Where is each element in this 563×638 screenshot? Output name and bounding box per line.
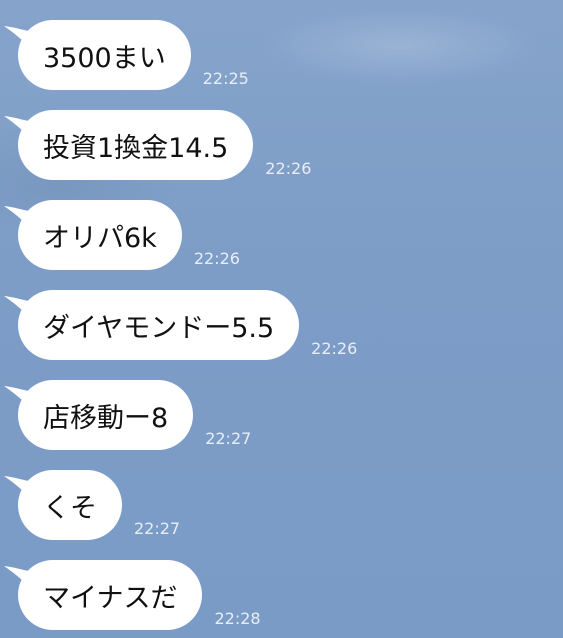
bubble-tail-icon [4,26,34,50]
bubble-tail-icon [4,206,34,230]
message-timestamp: 22:27 [205,429,252,448]
message-timestamp: 22:27 [134,519,181,538]
bubble-tail-icon [4,116,34,140]
message-bubble[interactable]: くそ [4,470,122,540]
message-row: 店移動ー8 22:27 [4,380,252,450]
bubble-tail-icon [4,476,34,500]
message-text: マイナスだ [43,582,178,614]
chat-area[interactable]: 3500まい 22:25 投資1換金14.5 22:26 オリパ6k 22:26… [0,0,563,638]
bubble-tail-icon [4,386,34,410]
message-text: ダイヤモンドー5.5 [43,312,275,344]
message-row: オリパ6k 22:26 [4,200,240,270]
message-text: 店移動ー8 [43,402,169,434]
message-timestamp: 22:26 [311,339,358,358]
message-row: 3500まい 22:25 [4,20,249,90]
message-timestamp: 22:25 [202,69,249,88]
message-timestamp: 22:26 [265,159,312,178]
message-row: マイナスだ 22:28 [4,560,261,630]
message-timestamp: 22:28 [214,609,261,628]
message-bubble[interactable]: マイナスだ [4,560,203,630]
bubble-tail-icon [4,566,34,590]
message-bubble[interactable]: ダイヤモンドー5.5 [4,290,300,360]
message-row: ダイヤモンドー5.5 22:26 [4,290,358,360]
message-text: 投資1換金14.5 [43,132,229,164]
message-timestamp: 22:26 [193,249,240,268]
bubble-tail-icon [4,296,34,320]
message-bubble[interactable]: 店移動ー8 [4,380,194,450]
message-text: 3500まい [43,42,166,74]
message-bubble[interactable]: 投資1換金14.5 [4,110,254,180]
message-bubble[interactable]: オリパ6k [4,200,182,270]
message-row: 投資1換金14.5 22:26 [4,110,312,180]
message-row: くそ 22:27 [4,470,181,540]
message-bubble[interactable]: 3500まい [4,20,191,90]
message-text: くそ [43,492,97,524]
message-text: オリパ6k [43,222,157,254]
